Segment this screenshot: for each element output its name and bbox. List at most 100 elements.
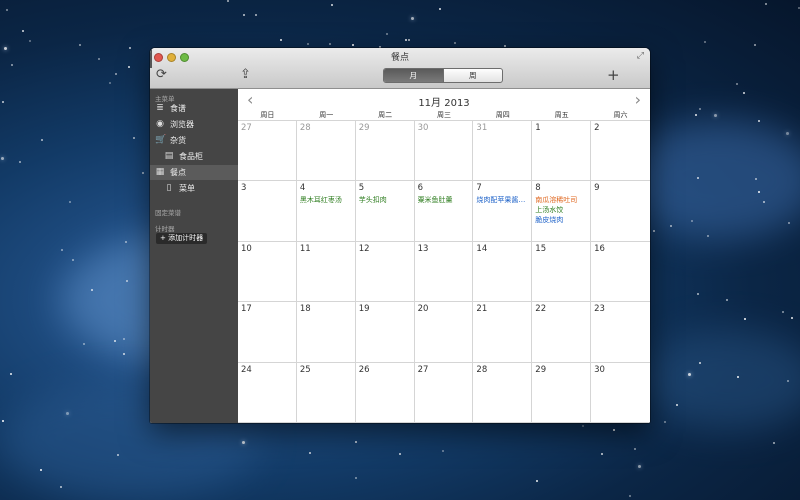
- star: [72, 259, 74, 261]
- star: [123, 353, 125, 355]
- day-cell[interactable]: 24: [238, 362, 297, 423]
- sidebar-item-icon: ▯: [166, 183, 172, 193]
- meal-event[interactable]: 烧肉配苹果酱…: [476, 195, 529, 205]
- day-number: 13: [417, 243, 429, 254]
- day-cell[interactable]: 9: [591, 181, 650, 242]
- day-cell[interactable]: 30: [591, 363, 650, 423]
- day-number: 21: [476, 304, 488, 315]
- sidebar-item-4[interactable]: ▦ 餐点: [150, 165, 238, 180]
- day-number: 30: [594, 364, 605, 375]
- day-cell[interactable]: 19: [355, 302, 415, 363]
- meal-event[interactable]: 芋头扣肉: [359, 195, 412, 205]
- add-button[interactable]: +: [607, 67, 620, 83]
- day-cell[interactable]: 29: [532, 362, 592, 423]
- event-list: 南瓜溶稀吐司 上汤水饺 脆皮烧肉: [535, 195, 588, 225]
- day-cell[interactable]: 21: [473, 302, 533, 363]
- day-cell[interactable]: 31: [473, 121, 533, 182]
- day-cell[interactable]: 26: [355, 362, 415, 423]
- star: [634, 448, 636, 450]
- view-mode-control: 月周: [383, 68, 503, 83]
- sidebar-item-0[interactable]: ≣ 食谱: [150, 101, 238, 116]
- star: [243, 14, 245, 16]
- day-cell[interactable]: 5 芋头扣肉: [355, 181, 415, 242]
- star: [227, 0, 229, 2]
- star: [787, 380, 789, 382]
- meal-event[interactable]: 黑木耳红枣汤: [300, 195, 353, 205]
- day-cell[interactable]: 4 黑木耳红枣汤: [296, 181, 356, 242]
- sidebar-item-1[interactable]: ◉ 浏览器: [150, 117, 238, 132]
- event-list: 黑木耳红枣汤: [300, 195, 353, 205]
- day-cell[interactable]: 27: [414, 362, 474, 423]
- star: [439, 8, 441, 10]
- day-cell[interactable]: 16: [591, 242, 650, 303]
- day-cell[interactable]: 17: [238, 302, 297, 363]
- next-month-icon[interactable]: ›: [635, 91, 641, 109]
- day-cell[interactable]: 30: [414, 121, 474, 182]
- day-cell[interactable]: 11: [296, 241, 356, 303]
- day-cell[interactable]: 25: [296, 362, 356, 423]
- star: [60, 486, 62, 488]
- day-cell[interactable]: 15: [532, 241, 592, 303]
- refresh-icon[interactable]: ⟳: [156, 67, 167, 83]
- day-cell[interactable]: 2: [591, 121, 650, 182]
- day-cell[interactable]: 3: [238, 181, 297, 242]
- star: [2, 420, 4, 422]
- sidebar-item-icon: ▦: [155, 167, 165, 177]
- day-number: 16: [594, 243, 605, 254]
- day-number: 29: [535, 364, 547, 375]
- month-title: 11月 2013: [418, 98, 470, 109]
- month-view-tab[interactable]: 月: [384, 69, 443, 82]
- event-list: 烧肉配苹果酱…: [476, 195, 529, 205]
- day-cell[interactable]: 1: [532, 121, 592, 182]
- day-cell[interactable]: 10: [238, 241, 297, 303]
- star: [307, 43, 309, 45]
- star: [704, 41, 706, 43]
- day-number: 28: [299, 123, 311, 133]
- sidebar-item-5[interactable]: ▯ 菜单: [150, 181, 238, 196]
- add-timer-button[interactable]: + 添加计时器: [156, 233, 208, 244]
- star: [786, 132, 789, 135]
- sidebar-item-2[interactable]: 🛒 杂货: [150, 133, 238, 148]
- star: [697, 293, 699, 295]
- day-cell[interactable]: 28: [473, 362, 533, 423]
- calendar-view: ‹ 11月 2013 › 周日 周一 周二 周三 周四 周五 周六 27 28 29 30 31 1 2…: [238, 89, 650, 423]
- week-view-tab[interactable]: 周: [442, 69, 503, 82]
- meal-event[interactable]: 南瓜溶稀吐司: [535, 195, 588, 205]
- weekday-label: 周三: [436, 111, 451, 119]
- star: [629, 495, 631, 497]
- day-cell[interactable]: 13: [414, 241, 474, 303]
- star: [504, 45, 506, 47]
- star: [129, 47, 131, 49]
- day-cell[interactable]: 12: [355, 241, 415, 303]
- weekday-label: 周六: [613, 111, 628, 119]
- day-cell[interactable]: 8 南瓜溶稀吐司 上汤水饺 脆皮烧肉: [532, 181, 592, 242]
- day-number: 9: [594, 183, 600, 194]
- share-icon[interactable]: ⇪: [240, 67, 251, 83]
- day-cell[interactable]: 23: [591, 302, 650, 363]
- star: [125, 241, 127, 243]
- sidebar-section-fixed-menu[interactable]: 固定菜谱: [155, 207, 181, 217]
- day-cell[interactable]: 20: [414, 302, 474, 363]
- nebula: [640, 330, 800, 430]
- day-cell[interactable]: 29: [355, 121, 415, 182]
- sidebar-item-3[interactable]: ▤ 食品柜: [150, 149, 238, 164]
- day-number: 15: [535, 243, 547, 254]
- day-cell[interactable]: 18: [296, 302, 356, 363]
- day-cell[interactable]: 7 烧肉配苹果酱…: [473, 181, 533, 242]
- meal-event[interactable]: 脆皮烧肉: [535, 215, 588, 225]
- fullscreen-icon[interactable]: ⤢: [637, 51, 644, 61]
- day-cell[interactable]: 14: [473, 241, 533, 303]
- day-cell[interactable]: 27: [238, 121, 297, 182]
- meal-event[interactable]: 粟米鱼肚羹: [418, 195, 471, 205]
- weekday-header: 周日 周一 周二 周三 周四 周五 周六: [238, 110, 650, 120]
- star: [699, 108, 701, 110]
- meal-event[interactable]: 上汤水饺: [535, 205, 588, 215]
- day-number: 25: [299, 364, 311, 375]
- day-number: 7: [476, 183, 482, 194]
- day-cell[interactable]: 22: [532, 302, 592, 363]
- day-cell[interactable]: 28: [296, 121, 356, 182]
- day-cell[interactable]: 6 粟米鱼肚羹: [414, 181, 474, 242]
- star: [758, 191, 760, 193]
- star: [29, 40, 31, 42]
- star: [688, 373, 691, 376]
